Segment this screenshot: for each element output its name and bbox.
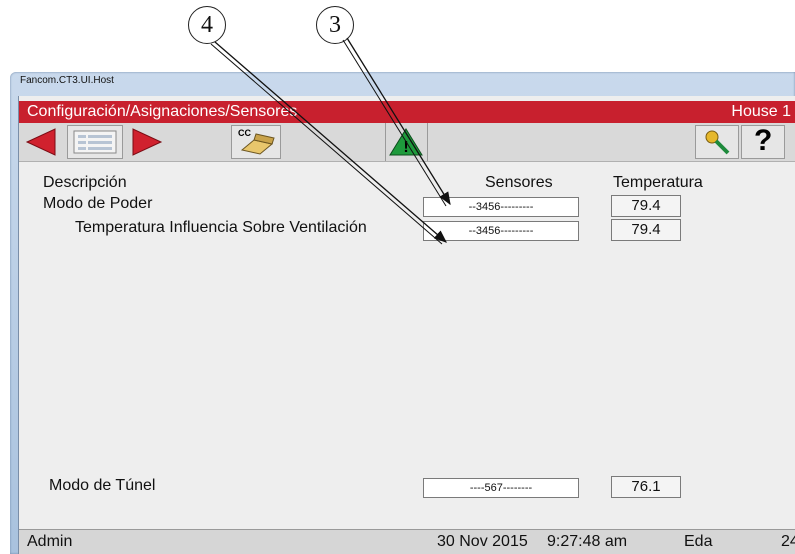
list-view-button[interactable] [67, 125, 123, 159]
toolbar-separator [427, 123, 428, 161]
alarm-button[interactable]: ! [386, 125, 426, 159]
column-header-sensors: Sensores [485, 174, 553, 191]
row-label-ventilation-influence: Temperatura Influencia Sobre Ventilación [75, 219, 367, 236]
sensor-field-power-mode[interactable]: --3456--------- [423, 197, 579, 217]
temperature-value-ventilation-influence: 79.4 [611, 219, 681, 241]
cc-label: CC [238, 128, 251, 138]
key-icon [705, 130, 730, 155]
house-label: House 1 [731, 103, 791, 120]
svg-text:!: ! [403, 139, 408, 156]
sensor-table: Descripción Sensores Temperatura Modo de… [19, 162, 795, 530]
row-label-power-mode: Modo de Poder [43, 195, 153, 212]
status-day: 24 [781, 533, 795, 550]
temperature-value-power-mode: 79.4 [611, 195, 681, 217]
callout-3: 3 [316, 6, 354, 44]
status-mode: Eda [684, 533, 713, 550]
status-time: 9:27:48 am [547, 533, 628, 550]
arrow-right-icon [132, 128, 163, 156]
back-button[interactable] [21, 125, 65, 159]
arrow-left-icon [25, 128, 56, 156]
cc-house-button[interactable]: CC [231, 125, 281, 159]
status-bar: Admin 30 Nov 2015 9:27:48 am Eda 24 [19, 529, 795, 554]
breadcrumb: Configuración/Asignaciones/Sensores [27, 103, 298, 120]
help-button[interactable]: ? [741, 124, 785, 159]
sensor-field-ventilation-influence[interactable]: --3456--------- [423, 221, 579, 241]
header-bar: Configuración/Asignaciones/Sensores Hous… [19, 101, 795, 123]
toolbar: CC ! ? [19, 123, 795, 162]
callout-4: 4 [188, 6, 226, 44]
column-header-description: Descripción [43, 174, 127, 191]
warning-icon: ! [389, 128, 423, 156]
list-icon [73, 130, 117, 154]
column-header-temperature: Temperatura [613, 174, 703, 191]
help-icon: ? [754, 124, 773, 157]
temperature-value-tunnel-mode: 76.1 [611, 476, 681, 498]
login-button[interactable] [695, 125, 739, 159]
sensor-field-tunnel-mode[interactable]: ----567-------- [423, 478, 579, 498]
status-date: 30 Nov 2015 [437, 533, 528, 550]
app-window: Fancom.CT3.UI.Host Configuración/Asignac… [10, 72, 795, 554]
window-title: Fancom.CT3.UI.Host [20, 75, 114, 86]
forward-button[interactable] [125, 125, 169, 159]
row-label-tunnel-mode: Modo de Túnel [49, 477, 156, 494]
client-area: Configuración/Asignaciones/Sensores Hous… [18, 96, 795, 554]
status-user: Admin [27, 533, 73, 550]
